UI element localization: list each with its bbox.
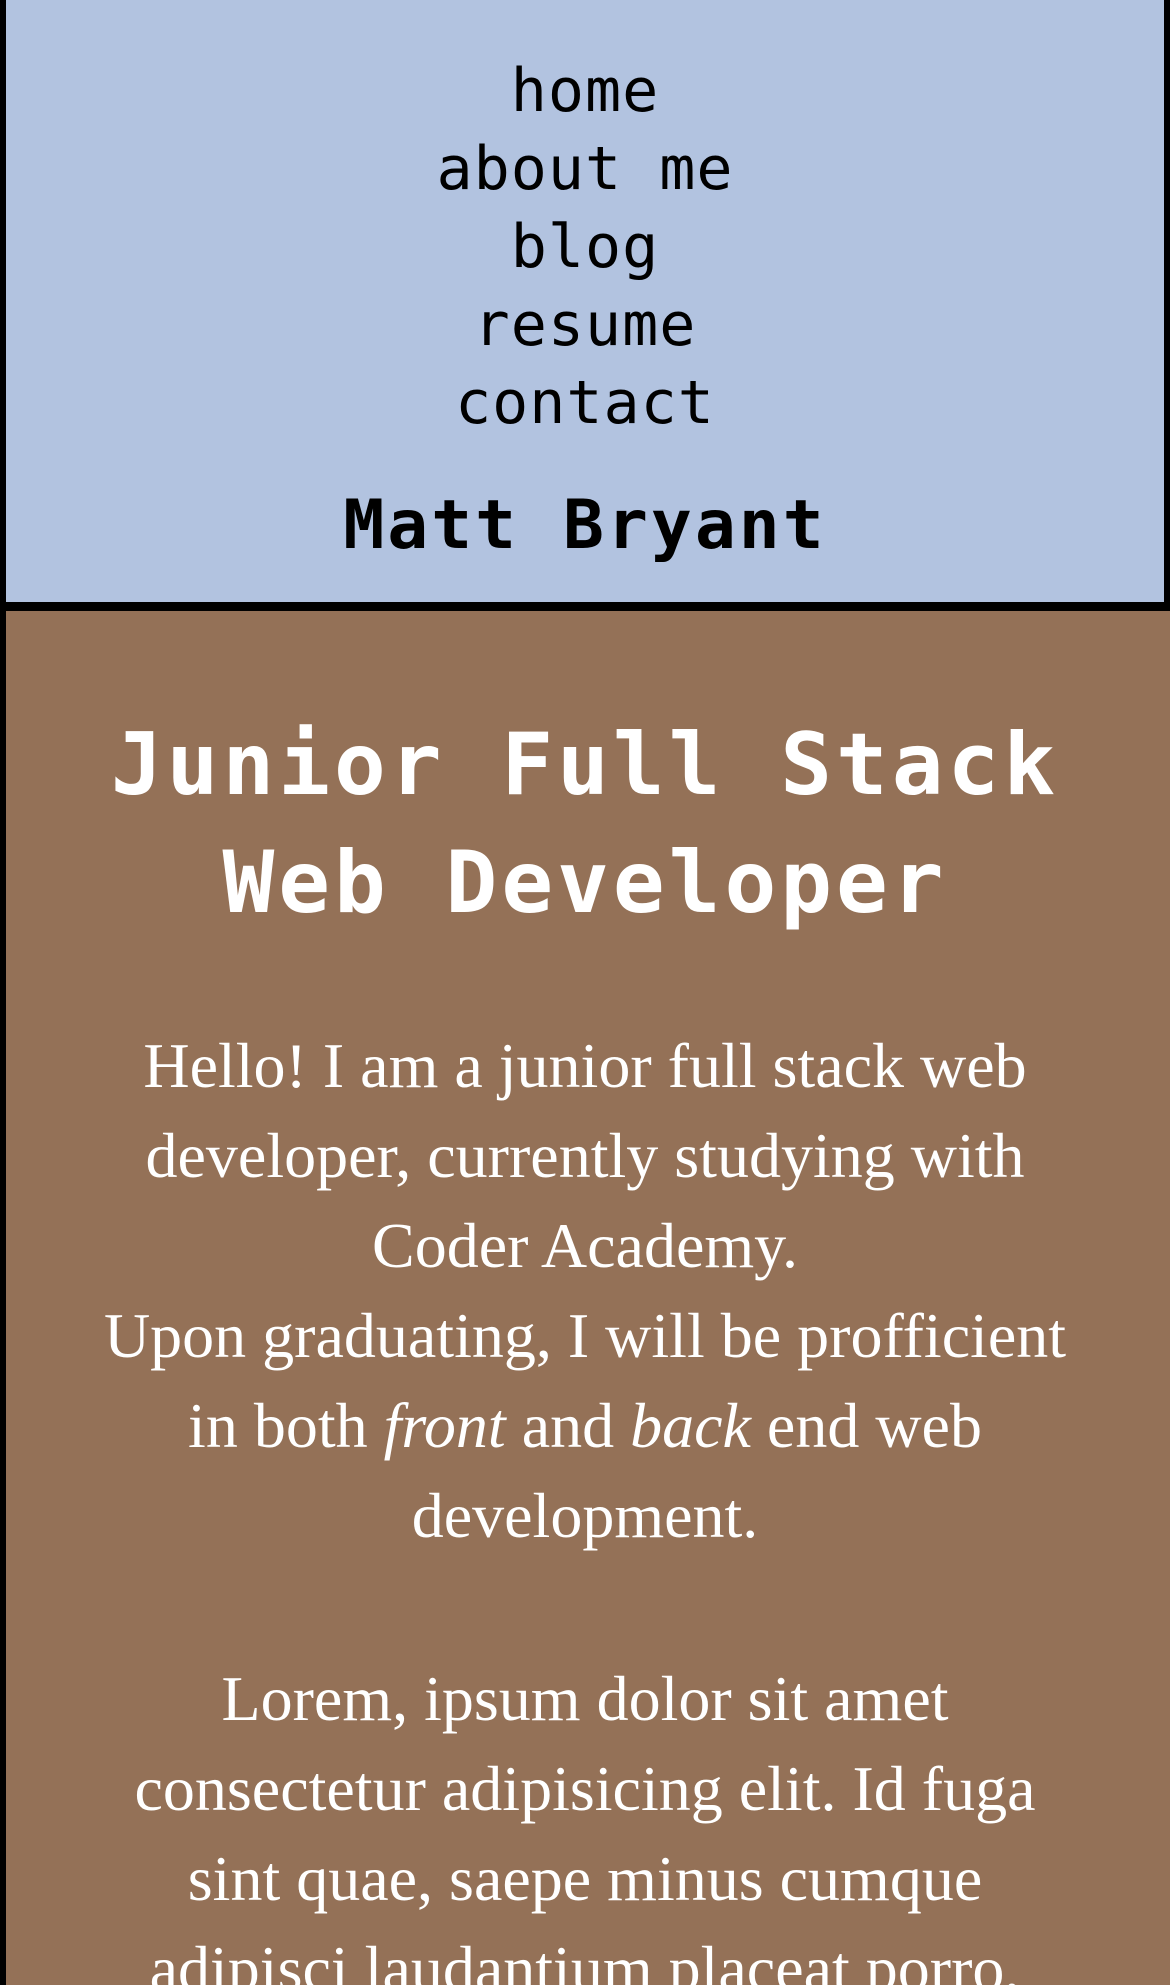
main-content: Junior Full Stack Web Developer Hello! I…: [6, 618, 1164, 1985]
nav-link-resume[interactable]: resume: [6, 286, 1164, 364]
hero-title-line-1: Junior Full Stack: [110, 715, 1060, 815]
site-header: home about me blog resume contact Matt B…: [0, 0, 1170, 611]
nav-link-home[interactable]: home: [6, 52, 1164, 130]
site-name: Matt Bryant: [343, 486, 827, 565]
nav-link-blog[interactable]: blog: [6, 208, 1164, 286]
lorem-paragraph: Lorem, ipsum dolor sit amet consectetur …: [134, 1663, 1036, 1985]
nav-link-about-me[interactable]: about me: [6, 130, 1164, 208]
intro-line-1: Hello! I am a junior full stack web deve…: [143, 1030, 1027, 1281]
nav-link-contact[interactable]: contact: [6, 364, 1164, 442]
front-emphasis: front: [383, 1390, 506, 1461]
page: home about me blog resume contact Matt B…: [0, 0, 1170, 1985]
intro-between: and: [505, 1390, 631, 1461]
hero-title: Junior Full Stack Web Developer: [76, 706, 1094, 942]
intro-paragraph: Hello! I am a junior full stack web deve…: [82, 1021, 1088, 1561]
back-emphasis: back: [630, 1390, 751, 1461]
main-navigation: home about me blog resume contact: [6, 52, 1164, 442]
hero-title-line-2: Web Developer: [222, 833, 948, 933]
